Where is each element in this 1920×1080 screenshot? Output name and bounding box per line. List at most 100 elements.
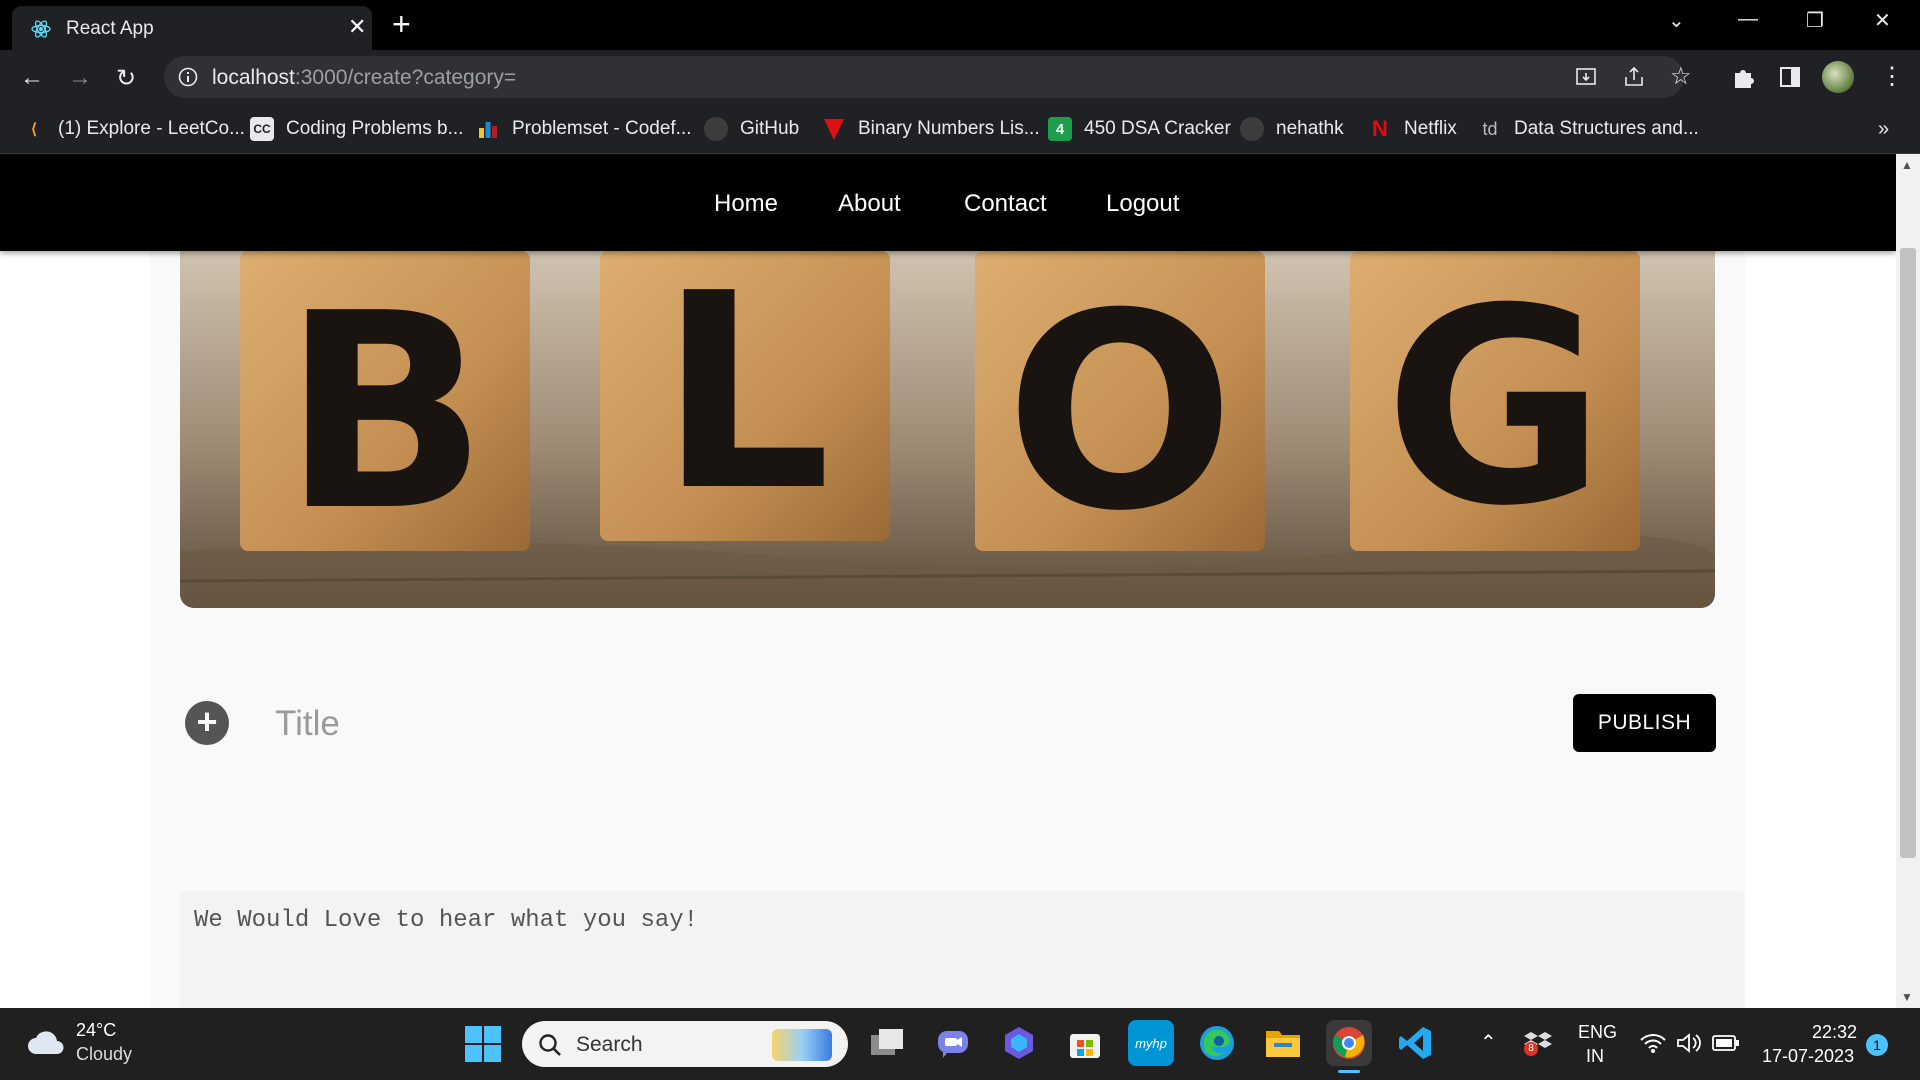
app-navbar: Home About Contact Logout (0, 154, 1896, 251)
notification-badge[interactable]: 1 (1866, 1034, 1888, 1056)
bookmark-problemset[interactable]: Problemset - Codef... (476, 115, 692, 143)
task-view-icon[interactable] (864, 1020, 910, 1066)
share-icon[interactable] (1622, 65, 1646, 89)
bookmark-star-icon[interactable]: ☆ (1670, 62, 1692, 91)
create-post-container: B L O G + PUBLISH (150, 251, 1745, 1008)
nav-home[interactable]: Home (714, 190, 778, 218)
bookmark-binary-numbers[interactable]: Binary Numbers Lis... (822, 115, 1040, 143)
edge-icon[interactable] (1194, 1020, 1240, 1066)
banner-letter: G (1384, 251, 1606, 565)
url-text[interactable]: localhost:3000/create?category= (212, 66, 516, 90)
weather-desc[interactable]: Cloudy (76, 1044, 132, 1065)
wifi-icon[interactable] (1640, 1032, 1666, 1054)
bookmark-label: GitHub (740, 118, 800, 139)
menu-icon[interactable]: ⋮ (1880, 62, 1904, 91)
bookmark-netflix[interactable]: N Netflix (1368, 115, 1457, 143)
language-line-2[interactable]: IN (1586, 1046, 1604, 1067)
screen: React App ✕ + ⌄ — ❐ ✕ ← → ↻ localhost:30… (0, 0, 1920, 1080)
show-hidden-icons-icon[interactable]: ⌃ (1480, 1030, 1497, 1055)
dropbox-icon[interactable]: 8 (1524, 1030, 1552, 1056)
vscode-icon[interactable] (1392, 1020, 1438, 1066)
bookmark-label: Coding Problems b... (286, 118, 464, 139)
github-icon (704, 117, 728, 141)
search-icon (539, 1034, 561, 1056)
github-icon (1240, 117, 1264, 141)
side-panel-icon[interactable] (1778, 65, 1802, 89)
react-icon (31, 20, 51, 38)
bookmark-dsa-cracker[interactable]: 4 450 DSA Cracker (1048, 115, 1231, 143)
netflix-icon: N (1372, 116, 1388, 141)
extensions-icon[interactable] (1730, 64, 1756, 90)
reload-icon[interactable]: ↻ (116, 64, 136, 93)
bookmark-data-structures[interactable]: td Data Structures and... (1478, 115, 1699, 143)
search-highlight-icon (772, 1029, 832, 1061)
info-icon[interactable] (178, 67, 198, 87)
microsoft-store-icon[interactable] (1062, 1020, 1108, 1066)
nav-contact[interactable]: Contact (964, 190, 1047, 218)
nav-about[interactable]: About (838, 190, 901, 218)
cloud-icon[interactable] (26, 1028, 66, 1056)
forward-icon[interactable]: → (68, 64, 92, 92)
codeforces-icon (476, 117, 500, 141)
bookmark-coding-problems[interactable]: CC Coding Problems b... (250, 115, 463, 143)
publish-button[interactable]: PUBLISH (1573, 694, 1716, 752)
codingninjas-icon: CC (250, 117, 274, 141)
battery-icon[interactable] (1712, 1034, 1740, 1052)
new-tab-icon[interactable]: + (392, 8, 411, 40)
banner-letter: O (1005, 255, 1235, 570)
taskbar: 24°C Cloudy Search myhp ⌃ 8 ENG IN 22:32… (0, 1008, 1920, 1080)
bookmark-label: (1) Explore - LeetCo... (58, 118, 245, 139)
bookmarks-bar: ⟨ (1) Explore - LeetCo... CC Coding Prob… (0, 104, 1920, 154)
bookmark-label: 450 DSA Cracker (1084, 118, 1231, 139)
title-input[interactable] (275, 699, 1555, 749)
scroll-down-icon[interactable]: ▼ (1901, 990, 1913, 1004)
clock-time[interactable]: 22:32 (1812, 1022, 1857, 1043)
bookmark-leetcode[interactable]: ⟨ (1) Explore - LeetCo... (22, 115, 245, 143)
post-body-textarea[interactable] (180, 891, 1745, 1008)
nav-logout[interactable]: Logout (1106, 190, 1179, 218)
bookmark-nehathk[interactable]: nehathk (1240, 115, 1344, 143)
profile-avatar[interactable] (1822, 61, 1854, 93)
volume-icon[interactable] (1676, 1032, 1702, 1054)
bookmark-label: Netflix (1404, 118, 1457, 139)
install-app-icon[interactable] (1574, 65, 1598, 89)
banner-letter: L (659, 251, 831, 550)
close-tab-icon[interactable]: ✕ (348, 14, 366, 40)
page-scrollbar[interactable]: ▲ ▼ (1896, 154, 1920, 1008)
myhp-icon[interactable]: myhp (1128, 1020, 1174, 1066)
restore-icon[interactable]: ❐ (1806, 8, 1824, 33)
chrome-taskbar-icon[interactable] (1326, 1020, 1372, 1066)
dsa-cracker-icon: 4 (1048, 117, 1072, 141)
search-label: Search (576, 1033, 643, 1056)
tab-strip: React App ✕ + ⌄ — ❐ ✕ (0, 0, 1920, 50)
taskbar-search[interactable]: Search (522, 1021, 848, 1067)
language-line-1[interactable]: ENG (1578, 1022, 1617, 1043)
page-viewport: Home About Contact Logout B L O G + Titl… (0, 154, 1896, 1008)
more-bookmarks-icon[interactable]: » (1878, 115, 1889, 143)
bookmark-label: Data Structures and... (1514, 118, 1699, 139)
browser-toolbar: ← → ↻ localhost:3000/create?category= ☆ … (0, 50, 1920, 104)
td-icon: td (1482, 118, 1498, 139)
teams-chat-icon[interactable] (930, 1020, 976, 1066)
scrollbar-thumb[interactable] (1900, 248, 1916, 858)
add-image-icon[interactable]: + (185, 701, 229, 745)
blog-banner-image: B L O G (180, 251, 1715, 608)
close-window-icon[interactable]: ✕ (1874, 8, 1891, 33)
clock-date[interactable]: 17-07-2023 (1762, 1046, 1854, 1067)
windows-start-icon[interactable] (465, 1026, 501, 1062)
tab-title: React App (66, 18, 154, 39)
copilot-icon[interactable] (996, 1020, 1042, 1066)
scroll-up-icon[interactable]: ▲ (1901, 158, 1913, 172)
weather-temp[interactable]: 24°C (76, 1020, 116, 1041)
back-icon[interactable]: ← (20, 64, 44, 92)
tray-badge: 8 (1524, 1042, 1538, 1056)
tab-search-icon[interactable]: ⌄ (1668, 8, 1685, 33)
minimize-icon[interactable]: — (1738, 8, 1758, 31)
active-app-indicator (1338, 1070, 1360, 1073)
banner-letter: B (282, 255, 488, 570)
leetcode-icon: ⟨ (31, 121, 37, 138)
browser-tab[interactable]: React App ✕ (12, 6, 372, 50)
file-explorer-icon[interactable] (1260, 1020, 1306, 1066)
bookmark-label: Binary Numbers Lis... (858, 118, 1040, 139)
bookmark-github[interactable]: GitHub (704, 115, 799, 143)
